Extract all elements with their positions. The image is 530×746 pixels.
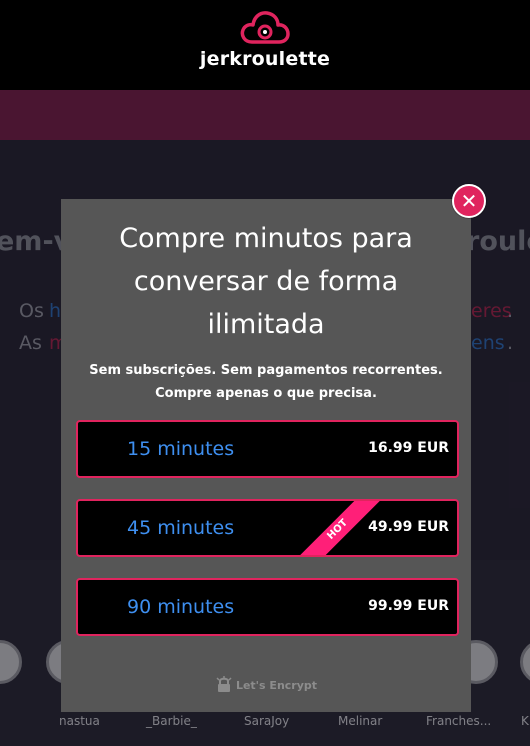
site-header: jerkroulette (0, 0, 530, 90)
plan-price: 49.99 EUR (368, 519, 449, 535)
plan-price: 16.99 EUR (368, 440, 449, 456)
plan-duration: 90 minutes (127, 596, 235, 618)
purchase-minutes-modal: Compre minutos para conversar de forma i… (61, 199, 471, 712)
plan-option-90-minutes[interactable]: 90 minutes 99.99 EUR (76, 578, 459, 636)
close-icon: ✕ (460, 189, 478, 213)
plan-option-15-minutes[interactable]: 15 minutes 16.99 EUR (76, 420, 459, 478)
cloud-logo-icon[interactable] (238, 8, 292, 50)
lets-encrypt-label: Let's Encrypt (235, 679, 318, 692)
modal-subtitle-line: Sem subscrições. Sem pagamentos recorren… (89, 363, 443, 378)
plan-option-45-minutes[interactable]: 45 minutes HOT 49.99 EUR (76, 499, 459, 557)
modal-title-line: conversar de forma (133, 266, 399, 297)
padlock-icon (216, 676, 232, 692)
plan-price: 99.99 EUR (368, 598, 449, 614)
plan-duration: 45 minutes (127, 517, 235, 539)
modal-title: Compre minutos para conversar de forma i… (61, 217, 471, 346)
modal-subtitle: Sem subscrições. Sem pagamentos recorren… (61, 359, 471, 405)
plan-duration: 15 minutes (127, 438, 235, 460)
site-logo-text[interactable]: jerkroulette (0, 48, 530, 70)
modal-title-line: ilimitada (207, 309, 325, 340)
lets-encrypt-badge: Let's Encrypt (61, 676, 471, 692)
page: jerkroulette em-vi roulette Os h eres . … (0, 0, 530, 746)
modal-title-line: Compre minutos para (119, 223, 413, 254)
modal-subtitle-line: Compre apenas o que precisa. (155, 386, 377, 401)
promo-band (0, 90, 530, 140)
close-button[interactable]: ✕ (452, 184, 486, 218)
